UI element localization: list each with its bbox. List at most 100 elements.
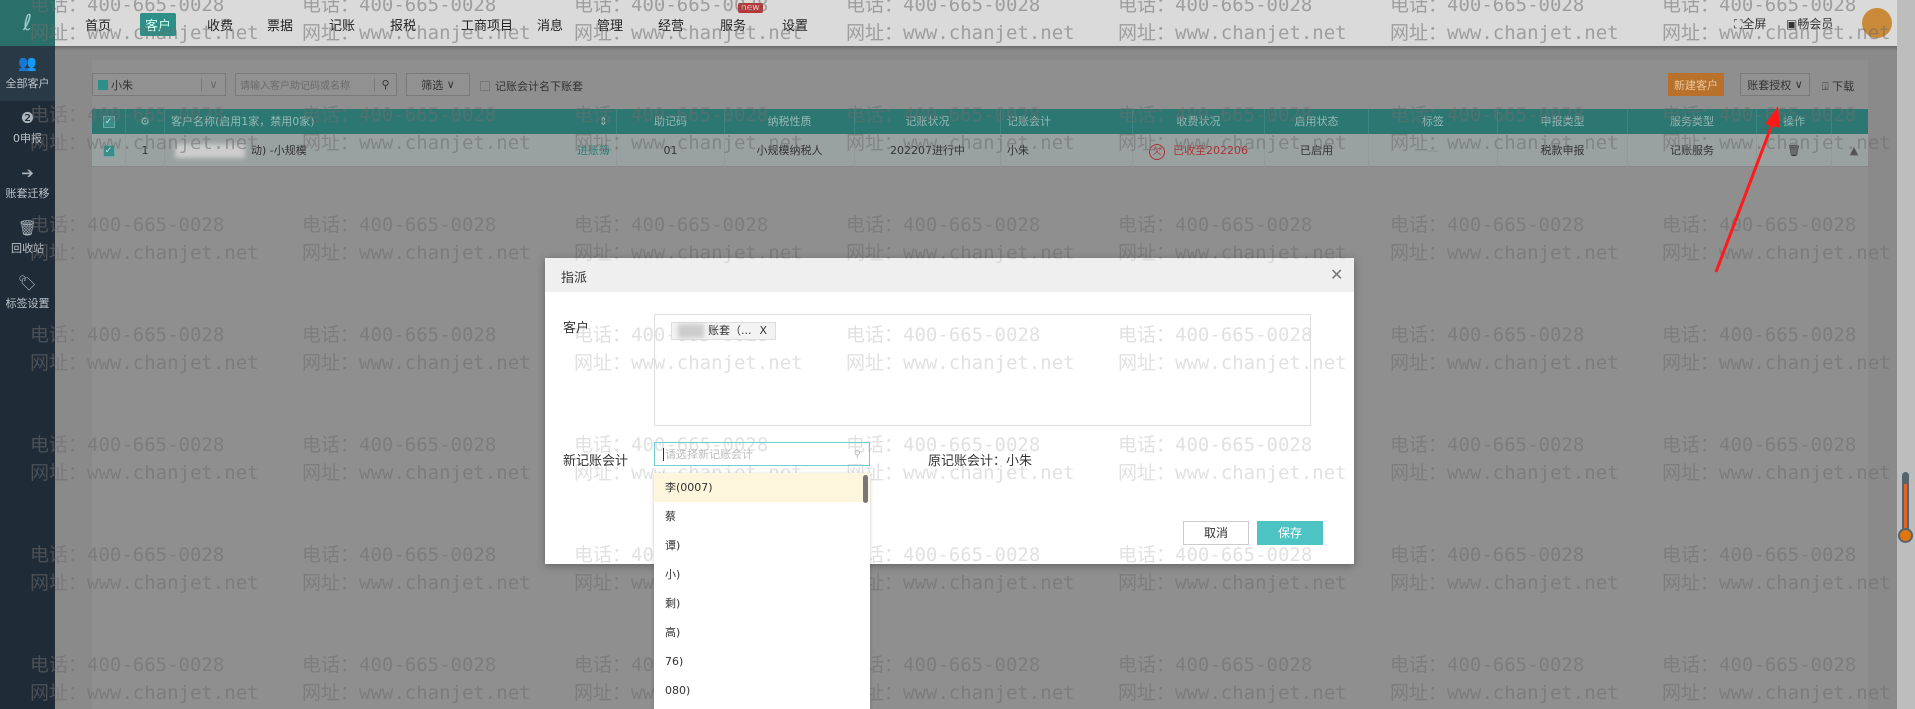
users-icon: 👥 xyxy=(18,54,37,72)
row-name: 动) -小规模 进账簿 xyxy=(165,134,617,167)
enter-ledger-link[interactable]: 进账簿 xyxy=(577,134,610,167)
row-accountant: 小朱 xyxy=(1001,134,1133,167)
sidebar-item-all-customers[interactable]: 👥 全部客户 xyxy=(0,46,55,101)
sidebar-item-label: 标签设置 xyxy=(5,297,50,310)
col-status[interactable]: 记账状况 xyxy=(855,109,1001,134)
nav-invoices[interactable]: 票据 xyxy=(262,13,298,36)
dropdown-option[interactable]: 李(0007) xyxy=(654,473,870,502)
sidebar-item-recycle[interactable]: 🗑 回收站 xyxy=(0,211,55,266)
row-index: 1 xyxy=(126,134,165,167)
col-enabled[interactable]: 启用状态 xyxy=(1265,109,1369,134)
sidebar-item-migrate[interactable]: ➔ 账套迁移 xyxy=(0,156,55,211)
watermark-text: 电话：400-665-0028 xyxy=(846,544,1041,564)
row-tax-type: 小规模纳税人 xyxy=(725,134,855,167)
table-row[interactable]: ✓ 1 动) -小规模 进账簿 01 小规模纳税人 202207进行中 小朱 欠已… xyxy=(92,134,1868,167)
page-scrollbar[interactable] xyxy=(1897,0,1915,709)
col-report-type[interactable]: 申报类型 xyxy=(1498,109,1628,134)
sort-icon[interactable]: ⇕ xyxy=(599,109,608,134)
auth-dropdown-button[interactable]: 账套授权 ∨ xyxy=(1740,73,1810,96)
customer-label: 客户 xyxy=(563,321,590,336)
dialog-title: 指派 xyxy=(561,271,588,286)
row-service-type: 记账服务 xyxy=(1628,134,1757,167)
fullscreen-button[interactable]: ⛶全屏 xyxy=(1734,15,1766,32)
dropdown-option[interactable]: 谭) xyxy=(654,531,870,560)
fullscreen-label: 全屏 xyxy=(1742,17,1767,31)
thermometer-bulb xyxy=(1898,528,1913,543)
tag-remove-icon[interactable]: X xyxy=(760,323,768,339)
table-header: ✓ ⚙ 客户名称(启用1家，禁用0家) ⇕ 助记码 纳税性质 记账状况 记账会计 … xyxy=(92,109,1868,134)
checkbox-label: 记账会计名下账套 xyxy=(495,80,583,93)
dropdown-option[interactable]: 小) xyxy=(654,560,870,589)
thermometer-widget[interactable] xyxy=(1902,472,1909,532)
owed-badge: 欠 xyxy=(1149,144,1165,160)
migrate-icon: ➔ xyxy=(21,164,34,182)
col-code: 助记码 xyxy=(617,109,725,134)
play-icon: ▣ xyxy=(1786,17,1798,31)
checkbox[interactable] xyxy=(480,81,490,91)
save-button[interactable]: 保存 xyxy=(1257,521,1323,545)
sidebar-item-label: 回收站 xyxy=(11,242,44,255)
sidebar-item-label: 账套迁移 xyxy=(5,187,50,200)
gear-icon[interactable]: ⚙ xyxy=(126,109,165,134)
nav-business[interactable]: 工商项目 xyxy=(456,13,518,36)
logo: ℓ xyxy=(0,0,55,46)
new-customer-button[interactable]: 新建客户 xyxy=(1668,73,1724,96)
sidebar-item-tags[interactable]: 🏷 标签设置 xyxy=(0,266,55,321)
search-icon[interactable]: ⚲ xyxy=(374,78,396,91)
select-all-checkbox[interactable]: ✓ xyxy=(92,109,126,134)
new-accountant-input[interactable]: 请选择新记账会计 ⚲ xyxy=(654,442,870,466)
dropdown-scrollbar[interactable] xyxy=(863,475,868,503)
customer-box[interactable]: 账套（... X xyxy=(654,314,1311,426)
accountant-dropdown[interactable]: 李(0007) 蔡 谭) 小) 剩) 高) 76) 080) xyxy=(654,473,870,709)
row-checkbox[interactable]: ✓ xyxy=(92,134,126,167)
dropdown-option[interactable]: 剩) xyxy=(654,589,870,618)
nav-operate[interactable]: 经营 xyxy=(653,13,689,36)
top-nav: ℓ 首页 客户 收费 票据 记账 报税 工商项目 消息 管理 经营 服务 new… xyxy=(0,0,1915,46)
dropdown-option[interactable]: 高) xyxy=(654,618,870,647)
nav-tax[interactable]: 报税 xyxy=(385,13,421,36)
original-accountant: 原记账会计：小朱 xyxy=(928,454,1033,469)
col-tax-type[interactable]: 纳税性质 xyxy=(725,109,855,134)
nav-home[interactable]: 首页 xyxy=(80,13,116,36)
accountant-select[interactable]: 小朱 ∨ xyxy=(92,73,226,96)
filter-label: 筛选 xyxy=(421,78,444,92)
new-badge: new xyxy=(738,3,763,13)
nav-fees[interactable]: 收费 xyxy=(202,13,238,36)
avatar[interactable] xyxy=(1862,8,1892,38)
dropdown-option[interactable]: 蔡 xyxy=(654,502,870,531)
nav-settings[interactable]: 设置 xyxy=(777,13,813,36)
dropdown-option[interactable]: 080) xyxy=(654,676,870,705)
sidebar-item-zero-report[interactable]: ❷ 0申报 xyxy=(0,101,55,156)
tag-icon: 🏷 xyxy=(17,274,38,292)
nav-messages[interactable]: 消息 xyxy=(532,13,568,36)
watermark-text: 电话：400-665-0028 xyxy=(1118,434,1313,456)
sidebar: 👥 全部客户 ❷ 0申报 ➔ 账套迁移 🗑 回收站 🏷 标签设置 xyxy=(0,46,55,709)
zero-report-icon: ❷ xyxy=(20,109,35,127)
accountant-select-value: 小朱 xyxy=(111,78,133,92)
input-placeholder: 请选择新记账会计 xyxy=(665,448,753,461)
search-input[interactable]: 请输入客户助记码或名称 ⚲ xyxy=(235,73,397,96)
filter-button[interactable]: 筛选 ∨ xyxy=(406,73,470,96)
row-enabled: 已启用 xyxy=(1265,134,1369,167)
cancel-button[interactable]: 取消 xyxy=(1183,521,1249,545)
sidebar-item-label: 0申报 xyxy=(13,132,42,145)
nav-customers[interactable]: 客户 xyxy=(140,13,177,36)
col-name[interactable]: 客户名称(启用1家，禁用0家) ⇕ xyxy=(165,109,617,134)
nav-manage[interactable]: 管理 xyxy=(592,13,628,36)
row-status: 202207进行中 xyxy=(855,134,1001,167)
dropdown-option[interactable]: 76) xyxy=(654,647,870,676)
download-button[interactable]: ⍗ 下载 xyxy=(1822,78,1854,94)
col-tag[interactable]: 标签 xyxy=(1369,109,1498,134)
accountant-books-checkbox[interactable]: 记账会计名下账套 xyxy=(480,78,583,94)
col-service-type[interactable]: 服务类型 xyxy=(1628,109,1757,134)
member-button[interactable]: ▣畅会员 xyxy=(1786,15,1833,32)
watermark-text: 网址：www.chanjet.net xyxy=(1118,462,1347,484)
col-fee-status[interactable]: 收费状况 xyxy=(1133,109,1265,134)
scroll-up-icon[interactable]: ▲ xyxy=(1844,134,1864,167)
chevron-down-icon: ∨ xyxy=(201,78,225,91)
close-icon[interactable]: ✕ xyxy=(1330,265,1343,284)
col-actions: 操作 xyxy=(1757,109,1832,134)
nav-bookkeeping[interactable]: 记账 xyxy=(324,13,360,36)
delete-icon[interactable]: 🗑 xyxy=(1757,134,1832,167)
nav-services[interactable]: 服务 xyxy=(715,13,751,36)
